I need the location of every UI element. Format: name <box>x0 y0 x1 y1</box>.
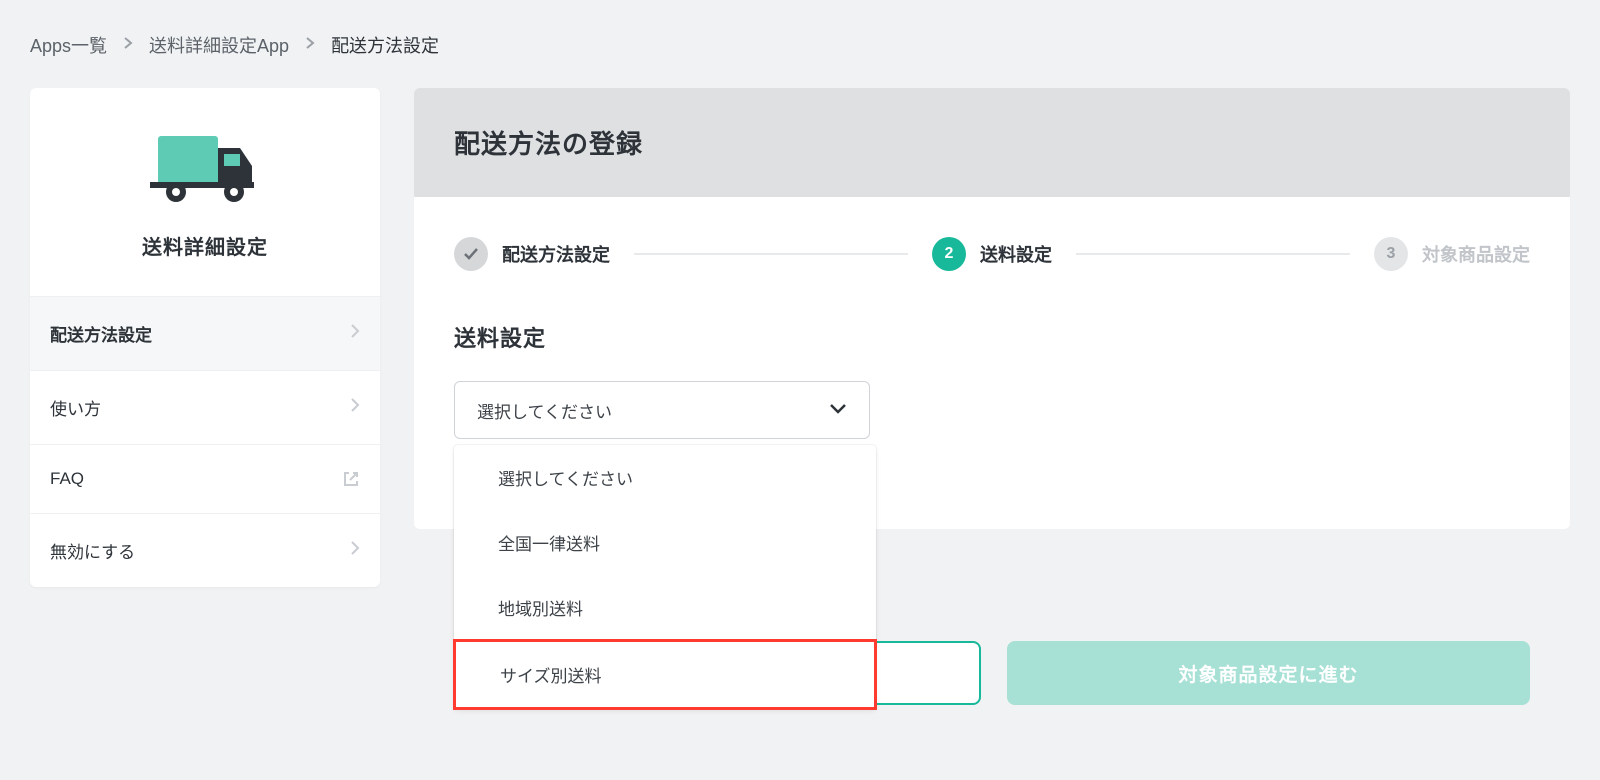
step-2: 2 送料設定 <box>932 237 1052 271</box>
main: 配送方法の登録 配送方法設定 2 送料設定 3 対象商品設定 <box>414 88 1570 587</box>
step-number: 2 <box>932 237 966 271</box>
sidebar-item-label: 無効にする <box>50 538 135 563</box>
external-link-icon <box>342 470 360 488</box>
chevron-right-icon <box>305 36 315 54</box>
step-label: 対象商品設定 <box>1422 241 1530 267</box>
option-flat-rate[interactable]: 全国一律送料 <box>454 510 876 575</box>
main-header: 配送方法の登録 <box>414 88 1570 197</box>
chevron-right-icon <box>350 323 360 344</box>
select-value: 選択してください <box>477 398 612 423</box>
page-title: 配送方法の登録 <box>454 124 1530 161</box>
sidebar-item-label: FAQ <box>50 469 84 489</box>
sidebar-item-shipping-method[interactable]: 配送方法設定 <box>30 296 380 370</box>
sidebar-item-label: 使い方 <box>50 395 101 420</box>
option-placeholder[interactable]: 選択してください <box>454 445 876 510</box>
step-number: 3 <box>1374 237 1408 271</box>
sidebar-item-label: 配送方法設定 <box>50 321 152 346</box>
chevron-down-icon <box>829 400 847 420</box>
sidebar-title: 送料詳細設定 <box>50 231 360 260</box>
stepper: 配送方法設定 2 送料設定 3 対象商品設定 <box>454 237 1530 271</box>
chevron-right-icon <box>123 36 133 54</box>
sidebar: 送料詳細設定 配送方法設定 使い方 FAQ <box>30 88 380 587</box>
breadcrumb: Apps一覧 送料詳細設定App 配送方法設定 <box>0 0 1600 88</box>
breadcrumb-link-app[interactable]: 送料詳細設定App <box>149 32 289 58</box>
step-1: 配送方法設定 <box>454 237 610 271</box>
step-line <box>634 253 908 255</box>
step-label: 配送方法設定 <box>502 241 610 267</box>
check-icon <box>454 237 488 271</box>
chevron-right-icon <box>350 397 360 418</box>
breadcrumb-current: 配送方法設定 <box>331 32 439 58</box>
step-3: 3 対象商品設定 <box>1374 237 1530 271</box>
sidebar-item-disable[interactable]: 無効にする <box>30 513 380 587</box>
chevron-right-icon <box>350 540 360 561</box>
truck-icon <box>150 128 260 211</box>
next-button[interactable]: 対象商品設定に進む <box>1007 641 1530 705</box>
option-by-region[interactable]: 地域別送料 <box>454 575 876 640</box>
select-dropdown: 選択してください 全国一律送料 地域別送料 サイズ別送料 <box>454 445 876 709</box>
step-label: 送料設定 <box>980 241 1052 267</box>
sidebar-hero: 送料詳細設定 <box>30 88 380 296</box>
sidebar-item-faq[interactable]: FAQ <box>30 444 380 513</box>
shipping-fee-select[interactable]: 選択してください <box>454 381 870 439</box>
sidebar-item-usage[interactable]: 使い方 <box>30 370 380 444</box>
step-line <box>1076 253 1350 255</box>
breadcrumb-link-apps[interactable]: Apps一覧 <box>30 32 107 58</box>
option-by-size[interactable]: サイズ別送料 <box>453 639 877 710</box>
section-title: 送料設定 <box>454 321 1530 353</box>
